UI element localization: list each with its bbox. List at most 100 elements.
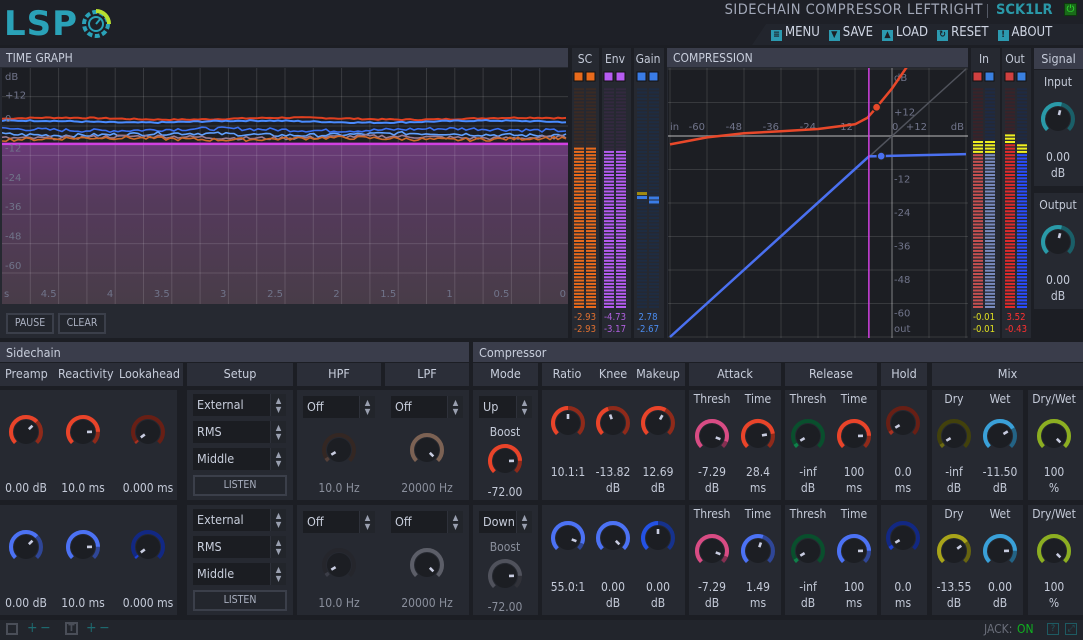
reactivity-knob-right[interactable] xyxy=(65,529,101,565)
knob-dial xyxy=(886,406,920,436)
hpf-knob-left[interactable] xyxy=(321,432,357,468)
preamp-knob-left[interactable] xyxy=(8,414,44,450)
in-meter-segment xyxy=(973,299,983,302)
gain-meter-segment xyxy=(649,282,659,285)
listen-button-right[interactable]: LISTEN xyxy=(193,590,287,611)
knee-unit-right: dB xyxy=(605,596,621,610)
font-larger-icon[interactable]: + xyxy=(86,620,97,636)
spinner-arrows-icon: ▲ ▼ xyxy=(270,421,286,443)
sc-split-select-left[interactable]: Middle ▲ ▼ xyxy=(193,448,286,470)
output-gain-knob[interactable] xyxy=(1040,224,1076,260)
knee-knob-left[interactable] xyxy=(595,405,631,441)
release-time-knob-right[interactable] xyxy=(836,533,872,569)
makeup-knob-left[interactable] xyxy=(640,405,676,441)
sc-mode-select-right[interactable]: RMS ▲ ▼ xyxy=(193,536,286,558)
in-meter-segment xyxy=(973,213,983,216)
knob-dial xyxy=(837,419,871,449)
lpf-knob-left[interactable] xyxy=(409,432,445,468)
sc-source-select-left[interactable]: External ▲ ▼ xyxy=(193,394,286,416)
env-meter-segment xyxy=(604,137,614,140)
drywet-knob-left[interactable] xyxy=(1036,418,1072,454)
knob-cap xyxy=(136,420,160,444)
sc-meter-segment xyxy=(574,114,584,117)
attack-thresh-knob-right[interactable] xyxy=(694,533,730,569)
in-meter-segment xyxy=(985,286,995,289)
lpf-knob-right[interactable] xyxy=(409,547,445,583)
lpf-select-left[interactable]: Off ▲ ▼ xyxy=(391,396,463,418)
knob-value-arc xyxy=(324,571,330,578)
dry-knob-right[interactable] xyxy=(936,533,972,569)
out-meter-segment xyxy=(1005,273,1015,275)
out-meter-segment xyxy=(1017,207,1027,209)
wet-knob-right[interactable] xyxy=(982,533,1018,569)
in-meter-segment xyxy=(985,223,995,226)
sc-split-select-right[interactable]: Middle ▲ ▼ xyxy=(193,563,286,585)
boost-knob-left[interactable] xyxy=(487,443,523,479)
sc-source-select-right[interactable]: External ▲ ▼ xyxy=(193,509,286,531)
font-icon[interactable]: T xyxy=(65,622,78,635)
release-thresh-knob-right[interactable] xyxy=(790,533,826,569)
sc-meter-segment xyxy=(586,282,596,285)
fullscreen-icon[interactable]: ⤢ xyxy=(1065,623,1077,635)
release-time-value-left: 100 xyxy=(843,465,865,479)
compression-graph[interactable]: in -60 -48 -36 -24 -12 0 +12 dBdB+12-12-24-36-48… xyxy=(668,68,968,338)
ratio-knob-right[interactable] xyxy=(550,520,586,556)
hpf-value-right: 10.0 Hz xyxy=(318,596,360,610)
ratio-knob-left[interactable] xyxy=(550,405,586,441)
makeup-knob-right[interactable] xyxy=(640,520,676,556)
lookahead-knob-left[interactable] xyxy=(130,414,166,450)
knee-knob-right[interactable] xyxy=(595,520,631,556)
reactivity-knob-left[interactable] xyxy=(65,414,101,450)
setup-header: Setup xyxy=(187,363,293,386)
sc-meter-segment xyxy=(574,273,584,275)
spinner-arrows-icon: ▲ ▼ xyxy=(447,511,463,533)
dry-label-right: Dry xyxy=(944,507,964,521)
sc-mode-select-left[interactable]: RMS ▲ ▼ xyxy=(193,421,286,443)
comp-mode-select-left[interactable]: Up ▲ ▼ xyxy=(479,396,532,418)
in-meter-segment xyxy=(973,117,983,120)
listen-button-left[interactable]: LISTEN xyxy=(193,475,287,496)
out-meter-segment xyxy=(1017,101,1027,104)
dry-label-left: Dry xyxy=(944,392,964,406)
lookahead-knob-right[interactable] xyxy=(130,529,166,565)
knob-pointer xyxy=(608,414,613,420)
window-icon[interactable] xyxy=(6,623,18,635)
gain-meter-segment xyxy=(649,240,659,242)
sc-meter-segment xyxy=(586,183,596,186)
out-meter-segment xyxy=(1017,170,1027,173)
sc-meter-segment xyxy=(586,296,596,299)
zoom-in-icon[interactable]: + xyxy=(27,620,38,636)
boost-knob-right[interactable] xyxy=(487,558,523,594)
in-meter-segment xyxy=(985,200,995,203)
env-meter-segment xyxy=(604,108,614,110)
input-gain-label: Input xyxy=(1044,75,1072,89)
hold-knob-right[interactable] xyxy=(885,520,921,556)
drywet-knob-right[interactable] xyxy=(1036,533,1072,569)
hpf-select-right[interactable]: Off ▲ ▼ xyxy=(303,511,375,533)
lpf-select-right[interactable]: Off ▲ ▼ xyxy=(391,511,463,533)
hold-knob-left[interactable] xyxy=(885,405,921,441)
dry-knob-left[interactable] xyxy=(936,418,972,454)
input-gain-knob[interactable] xyxy=(1040,101,1076,137)
out-meter-segment xyxy=(1017,210,1027,213)
gain-meter-segment xyxy=(649,259,659,262)
preamp-knob-right[interactable] xyxy=(8,529,44,565)
in-meter-segment xyxy=(973,269,983,272)
zoom-out-icon[interactable]: − xyxy=(40,620,51,636)
in-meter-segment xyxy=(985,296,995,299)
hpf-knob-right[interactable] xyxy=(321,547,357,583)
out-meter-segment xyxy=(1005,94,1015,97)
sc-meter-segment xyxy=(586,269,596,272)
sc-meter-segment xyxy=(586,121,596,124)
hpf-select-left[interactable]: Off ▲ ▼ xyxy=(303,396,375,418)
comp-mode-select-right[interactable]: Down ▲ ▼ xyxy=(479,511,532,533)
in-meter-segment xyxy=(973,170,983,173)
attack-time-knob-right[interactable] xyxy=(740,533,776,569)
release-thresh-knob-left[interactable] xyxy=(790,418,826,454)
release-time-knob-left[interactable] xyxy=(836,418,872,454)
help-icon[interactable]: ? xyxy=(1047,623,1059,635)
attack-thresh-knob-left[interactable] xyxy=(694,418,730,454)
wet-knob-left[interactable] xyxy=(982,418,1018,454)
attack-time-knob-left[interactable] xyxy=(740,418,776,454)
font-smaller-icon[interactable]: − xyxy=(99,620,110,636)
